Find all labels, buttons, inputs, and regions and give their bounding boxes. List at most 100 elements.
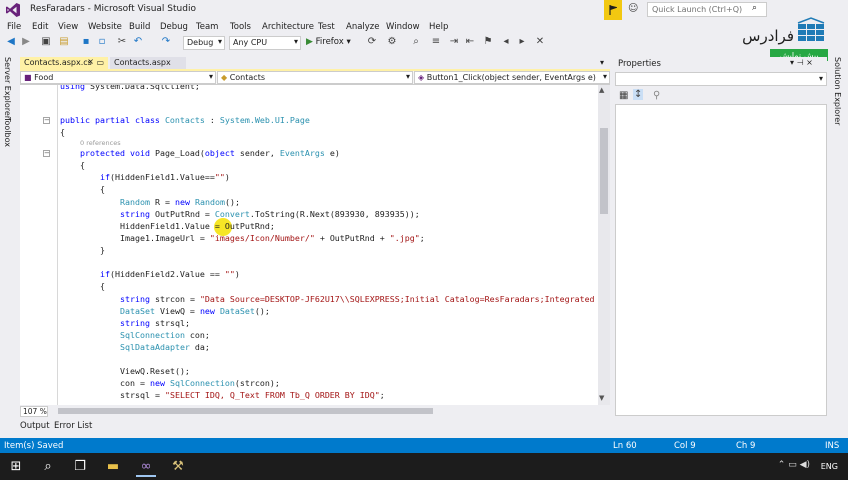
horizontal-scroll-thumb[interactable] [58, 408, 433, 414]
navigation-bar: ■ Food ▾ ◆ Contacts ▾ ◈ Button1_Click(obje… [20, 71, 610, 85]
code-editor[interactable]: using System.Data.SqlClient; − public pa… [20, 85, 598, 405]
visual-studio-taskbar-icon[interactable]: ∞ [136, 457, 156, 477]
redo-icon[interactable]: ↷ [160, 36, 172, 48]
code-line: { [100, 281, 105, 291]
save-icon[interactable]: ▪ [80, 36, 92, 48]
menu-test[interactable]: Test [318, 22, 335, 32]
chevron-down-icon: ▾ [818, 74, 823, 83]
class-dropdown[interactable]: ◆ Contacts ▾ [217, 71, 413, 84]
windows-start-icon[interactable]: ⊞ [6, 457, 26, 477]
menu-build[interactable]: Build [129, 22, 150, 32]
menu-analyze[interactable]: Analyze [346, 22, 380, 32]
menu-team[interactable]: Team [196, 22, 218, 32]
collapse-icon[interactable]: − [43, 117, 50, 124]
member-dropdown[interactable]: ◈ Button1_Click(object sender, EventArgs… [414, 71, 610, 84]
chevron-down-icon[interactable]: ▾ [790, 58, 794, 67]
code-line: public partial class Contacts : System.W… [60, 115, 310, 125]
menu-bar: File Edit View Website Build Debug Team … [0, 20, 700, 34]
new-project-icon[interactable]: ▣ [40, 36, 52, 48]
categorized-icon[interactable]: ▦ [619, 90, 628, 101]
file-explorer-icon[interactable]: ▬ [103, 457, 123, 477]
refresh-browser-icon[interactable]: ⟳ [366, 36, 378, 48]
zoom-dropdown[interactable]: 107 % [20, 406, 48, 417]
browser-link-icon[interactable]: ⚙ [386, 36, 398, 48]
pin-icon[interactable]: ▭ [96, 58, 104, 67]
code-line: if(HiddenField2.Value == "") [100, 269, 240, 279]
window-title: ResFaradars - Microsoft Visual Studio [30, 4, 196, 14]
task-view-icon[interactable]: ❐ [70, 457, 90, 477]
properties-toolbar: ▦ ↕ ⚲ [615, 88, 827, 104]
bookmark-icon[interactable]: ⚑ [482, 36, 494, 48]
scroll-up-icon[interactable]: ▲ [599, 86, 604, 94]
property-pages-icon[interactable]: ⚲ [653, 90, 660, 101]
language-indicator[interactable]: ENG [821, 462, 838, 471]
chevron-down-icon: ▾ [208, 72, 213, 81]
properties-grid[interactable] [615, 104, 827, 416]
save-all-icon[interactable]: ▫ [96, 36, 108, 48]
tab-output[interactable]: Output [20, 421, 50, 431]
status-column: Col 9 [674, 441, 696, 451]
open-file-icon[interactable]: ▤ [58, 36, 70, 48]
prev-bookmark-icon[interactable]: ◂ [500, 36, 512, 48]
menu-help[interactable]: Help [429, 22, 448, 32]
tab-list-chevron-icon[interactable]: ▾ [600, 58, 604, 67]
system-tray-icons[interactable]: ⌃ ▭ ◀) [778, 460, 810, 470]
menu-window[interactable]: Window [386, 22, 420, 32]
vertical-scroll-thumb[interactable] [600, 128, 608, 214]
visual-studio-logo-icon [6, 3, 20, 17]
chevron-down-icon: ▾ [405, 72, 410, 81]
menu-view[interactable]: View [58, 22, 78, 32]
forward-icon[interactable]: ▶ [20, 36, 32, 48]
menu-tools[interactable]: Tools [230, 22, 251, 32]
back-icon[interactable]: ◀ [5, 36, 17, 48]
code-line: { [80, 160, 85, 170]
solution-platform-dropdown[interactable]: Any CPU ▾ [229, 36, 301, 50]
outline-margin [57, 85, 58, 405]
menu-edit[interactable]: Edit [32, 22, 48, 32]
faradars-watermark-logo: فرادرس پیش نمایش [700, 16, 830, 62]
project-dropdown[interactable]: ■ Food ▾ [20, 71, 216, 84]
solution-configuration-dropdown[interactable]: Debug ▾ [183, 36, 225, 50]
start-debugging-button[interactable]: ▶ Firefox ▾ [306, 37, 351, 47]
code-line: string OutPutRnd = Convert.ToString(R.Ne… [120, 209, 420, 219]
menu-file[interactable]: File [7, 22, 21, 32]
outdent-icon[interactable]: ⇤ [464, 36, 476, 48]
code-line: SqlConnection con; [120, 330, 210, 340]
code-line: con = new SqlConnection(strcon); [120, 378, 280, 388]
code-line: DataSet ViewQ = new DataSet(); [120, 306, 270, 316]
code-lens-references[interactable]: 0 references [80, 139, 121, 147]
find-icon[interactable]: ⌕ [410, 36, 422, 48]
cut-icon[interactable]: ✂ [116, 36, 128, 48]
clear-bookmarks-icon[interactable]: ✕ [534, 36, 546, 48]
notification-flag-icon[interactable] [604, 0, 622, 20]
code-line: if(HiddenField1.Value=="") [100, 172, 230, 182]
pin-icon[interactable]: ⊣ [797, 58, 804, 67]
collapse-icon[interactable]: − [43, 150, 50, 157]
close-icon[interactable]: × [806, 58, 813, 67]
next-bookmark-icon[interactable]: ▸ [516, 36, 528, 48]
standard-toolbar: ◀ ▶ ▣ ▤ ▪ ▫ ✂ ↶ ↷ Debug ▾ Any CPU ▾ ▶ Fire… [0, 35, 700, 51]
indent-icon[interactable]: ⇥ [448, 36, 460, 48]
toolbox-tab[interactable]: Toolbox [3, 117, 12, 147]
undo-icon[interactable]: ↶ [132, 36, 144, 48]
menu-architecture[interactable]: Architecture [262, 22, 314, 32]
server-explorer-tab[interactable]: Server Explorer [3, 57, 12, 119]
quick-launch-input[interactable]: Quick Launch (Ctrl+Q) [647, 2, 767, 17]
close-icon[interactable]: × [87, 57, 94, 66]
properties-object-dropdown[interactable]: ▾ [615, 72, 827, 86]
alphabetical-icon[interactable]: ↕ [633, 89, 644, 100]
feedback-smiley-icon[interactable]: ☺ [628, 3, 638, 14]
scroll-down-icon[interactable]: ▼ [599, 394, 604, 402]
status-line: Ln 60 [613, 441, 637, 451]
menu-debug[interactable]: Debug [160, 22, 188, 32]
method-icon: ◈ [418, 73, 425, 82]
sql-server-management-icon[interactable]: ⚒ [168, 457, 188, 477]
status-char: Ch 9 [736, 441, 756, 451]
tab-error-list[interactable]: Error List [54, 421, 92, 431]
chevron-down-icon: ▾ [293, 37, 298, 46]
menu-website[interactable]: Website [88, 22, 122, 32]
solution-explorer-tab[interactable]: Solution Explorer [833, 57, 842, 125]
comment-icon[interactable]: ≡ [430, 36, 442, 48]
search-icon[interactable]: ⌕ [38, 457, 58, 477]
class-icon: ◆ [221, 73, 228, 82]
